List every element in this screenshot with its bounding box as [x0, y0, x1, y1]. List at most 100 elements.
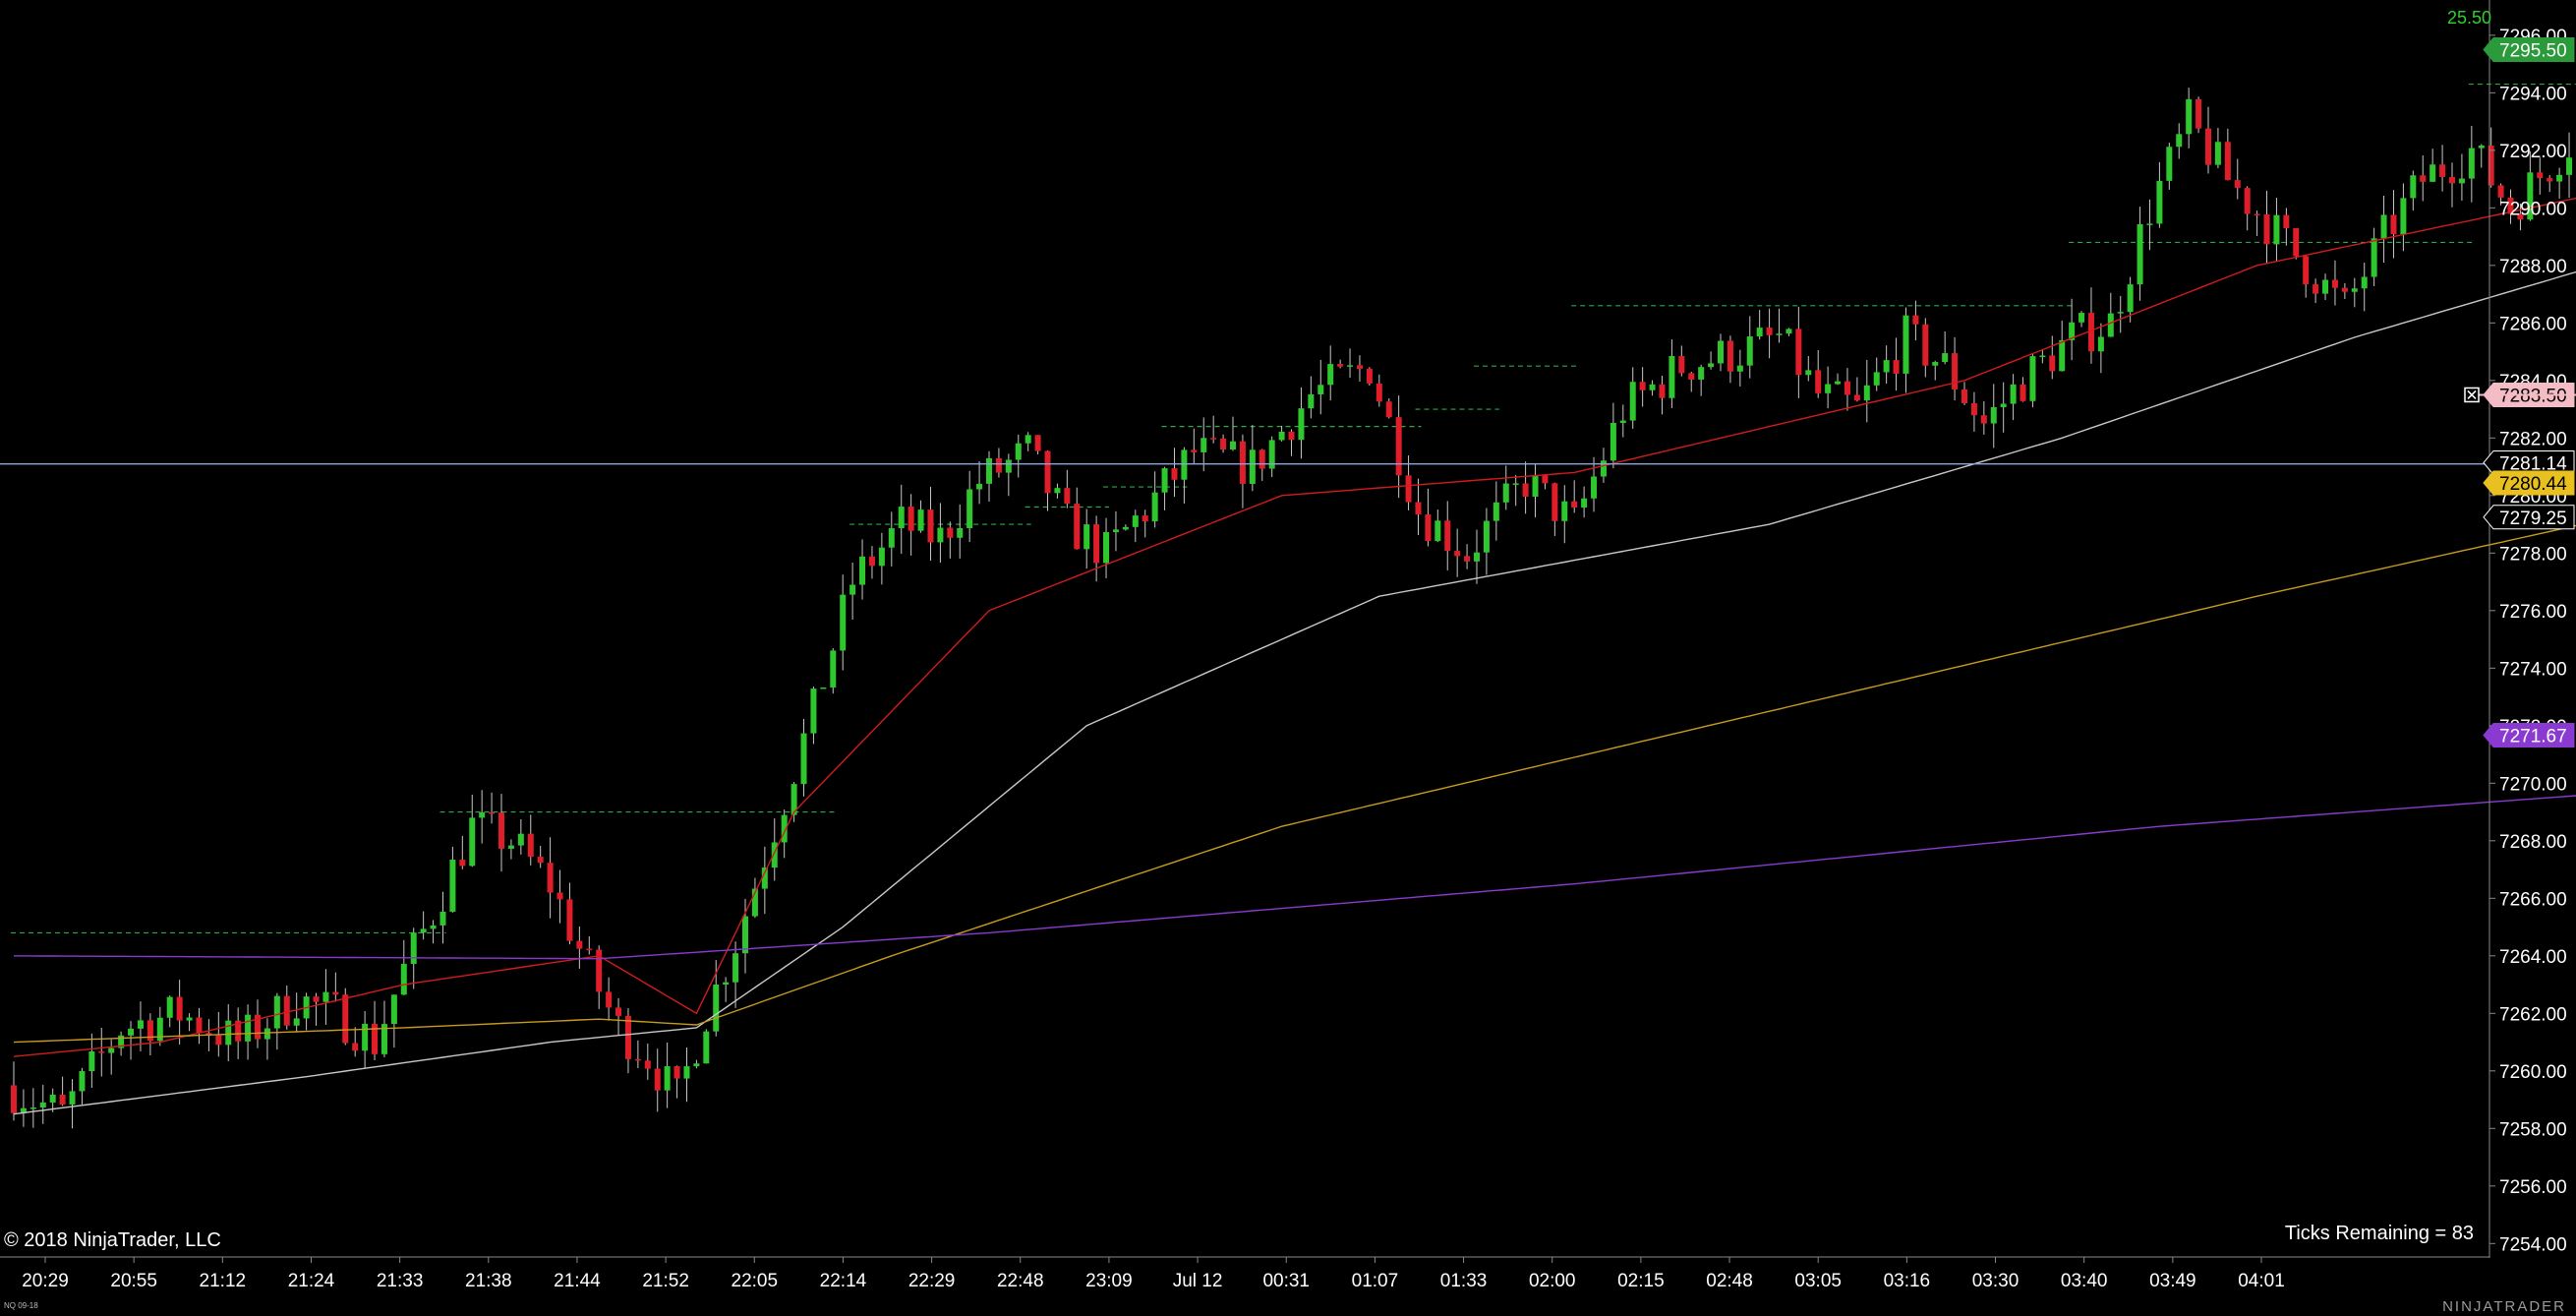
candle-up	[966, 489, 973, 528]
x-tick-label: 03:05	[1794, 1271, 1842, 1291]
candle-up	[2351, 288, 2358, 292]
copyright-label: © 2018 NinjaTrader, LLC	[4, 1229, 221, 1251]
candle-up	[937, 527, 944, 543]
candle-up	[166, 996, 173, 1018]
candle-down	[1678, 355, 1685, 374]
candle-up	[430, 925, 437, 929]
x-tick-label: 21:38	[465, 1271, 512, 1291]
candlestick-chart[interactable]: 7296.007294.007292.007290.007288.007286.…	[0, 0, 2576, 1316]
candle-down	[2205, 128, 2211, 165]
candle-up	[2029, 356, 2036, 401]
candle-down	[1912, 315, 1919, 325]
y-tick-label: 7254.00	[2499, 1234, 2567, 1255]
candle-up	[1230, 441, 1236, 449]
candle-up	[2117, 312, 2124, 314]
candle-down	[2537, 172, 2544, 179]
candle-up	[293, 1018, 300, 1026]
candle-down	[2390, 214, 2397, 235]
candle-up	[2458, 178, 2465, 184]
candle-down	[1922, 324, 1929, 366]
candle-down	[2244, 188, 2251, 214]
candle-down	[2049, 355, 2056, 372]
x-tick-label: 21:33	[377, 1271, 424, 1291]
candle-down	[644, 1060, 651, 1069]
candle-up	[79, 1071, 86, 1092]
candle-up	[2039, 355, 2046, 357]
y-tick-label: 7268.00	[2499, 832, 2567, 853]
price-marker-label: 7283.50	[2499, 386, 2567, 406]
candle-up	[2556, 174, 2563, 182]
candle-up	[771, 842, 778, 868]
candle-up	[2371, 238, 2377, 277]
candle-down	[586, 948, 593, 951]
candle-down	[2234, 180, 2241, 189]
candle-up	[1005, 459, 1012, 473]
x-tick-label: 01:07	[1352, 1271, 1399, 1291]
candle-down	[1142, 515, 1148, 522]
candle-up	[1502, 483, 1509, 503]
candle-down	[1239, 441, 1246, 484]
x-tick-label: 02:48	[1706, 1271, 1753, 1291]
candle-down	[537, 857, 544, 864]
candle-up	[1561, 501, 1568, 521]
candle-up	[2059, 339, 2066, 372]
candle-down	[2547, 178, 2553, 182]
candle-down	[313, 996, 320, 1002]
candle-up	[1122, 526, 1129, 530]
candle-up	[1698, 367, 1705, 380]
y-tick-label: 7260.00	[2499, 1062, 2567, 1083]
candle-down	[1853, 394, 1860, 401]
x-tick-label: 21:24	[288, 1271, 335, 1291]
candle-up	[439, 911, 446, 926]
candle-up	[245, 1014, 252, 1042]
candle-up	[1619, 420, 1626, 423]
y-tick-label: 7270.00	[2499, 774, 2567, 795]
ticks-remaining-label: Ticks Remaining = 83	[2284, 1223, 2474, 1244]
price-marker-label: 7271.67	[2499, 726, 2567, 747]
candle-down	[606, 991, 613, 1008]
x-tick-label: 03:49	[2149, 1271, 2196, 1291]
candle-up	[2410, 175, 2417, 199]
candle-down	[1727, 340, 1733, 372]
candle-down	[654, 1068, 661, 1091]
x-tick-label: 21:52	[642, 1271, 689, 1291]
y-tick-label: 7262.00	[2499, 1004, 2567, 1025]
candle-up	[2137, 223, 2143, 285]
candle-up	[703, 1031, 710, 1064]
candle-down	[1551, 483, 1558, 521]
candle-down	[1542, 475, 1549, 484]
candle-up	[1512, 483, 1519, 485]
candle-down	[1093, 524, 1100, 564]
candle-up	[810, 688, 817, 734]
candle-down	[2224, 142, 2231, 181]
candle-up	[664, 1065, 671, 1091]
x-tick-label: 22:48	[997, 1271, 1044, 1291]
candle-up	[898, 507, 905, 529]
candle-up	[322, 991, 329, 1002]
candle-down	[1220, 438, 1227, 449]
candle-up	[1942, 353, 1949, 363]
candle-down	[1288, 431, 1295, 441]
candle-up	[263, 1028, 270, 1040]
x-tick-label: 20:29	[22, 1271, 69, 1291]
candle-down	[342, 994, 349, 1044]
candle-up	[1736, 365, 1743, 372]
candle-up	[1083, 524, 1090, 550]
price-marker-label: 7280.44	[2499, 474, 2567, 495]
candle-down	[1454, 551, 1461, 557]
candle-up	[1825, 384, 1832, 393]
candle-up	[39, 1102, 46, 1108]
candle-down	[352, 1043, 359, 1051]
candle-down	[1522, 483, 1529, 497]
candle-up	[517, 833, 524, 846]
candle-up	[742, 916, 748, 954]
x-tick-label: 22:29	[908, 1271, 956, 1291]
candle-down	[566, 899, 573, 941]
candle-down	[1893, 360, 1900, 374]
candle-up	[1746, 336, 1753, 366]
candle-down	[332, 991, 339, 995]
x-tick-label: 03:30	[1972, 1271, 2020, 1291]
candle-up	[1805, 370, 1812, 376]
tick-counter-value: 25.50	[2446, 8, 2491, 28]
x-tick-label: 02:00	[1529, 1271, 1576, 1291]
